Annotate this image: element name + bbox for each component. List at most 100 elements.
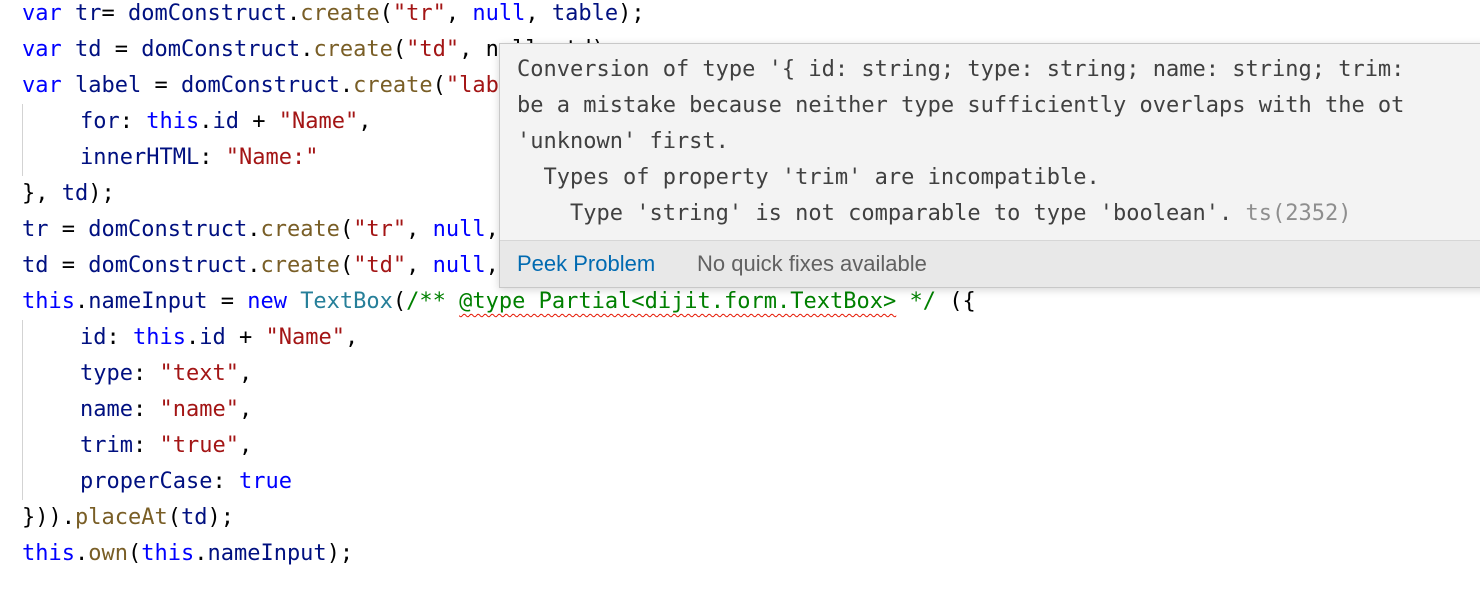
- hover-message-line: 'unknown' first.: [517, 129, 729, 154]
- hover-message-line: be a mistake because neither type suffic…: [517, 93, 1405, 118]
- code-token: :: [132, 433, 160, 458]
- code-text: trim: "true",: [80, 428, 252, 464]
- hover-message-line: Type 'string' is not comparable to type …: [517, 196, 1352, 232]
- code-token: (: [379, 1, 393, 26]
- code-token: null: [472, 1, 526, 26]
- code-text: td = domConstruct.create("td", null, tr)…: [22, 248, 565, 284]
- code-token: (: [339, 253, 354, 278]
- code-token: "tr": [353, 217, 407, 242]
- code-token: new: [247, 289, 301, 314]
- code-token: .: [74, 541, 89, 566]
- code-token: domConstruct: [88, 253, 248, 278]
- code-token: ,: [358, 109, 372, 134]
- code-token: null: [432, 217, 486, 242]
- code-token: domConstruct: [88, 217, 248, 242]
- code-token: label: [74, 73, 142, 98]
- code-token: this: [22, 289, 75, 314]
- code-token: tr: [22, 217, 49, 242]
- code-token: placeAt: [74, 505, 168, 530]
- code-token: "true": [159, 433, 239, 458]
- code-token: .: [74, 289, 89, 314]
- code-token: "name": [159, 397, 239, 422]
- code-token: .: [247, 217, 261, 242]
- indent-guide: [22, 320, 23, 500]
- code-text: })).placeAt(td);: [22, 500, 234, 536]
- code-token: ,: [238, 433, 253, 458]
- code-token: .: [286, 1, 301, 26]
- hover-message-text: Type 'string' is not comparable to type …: [517, 201, 1233, 226]
- code-token: var: [22, 73, 75, 98]
- code-token: =: [207, 289, 248, 314]
- code-token: "td": [406, 37, 460, 62]
- code-token: .: [194, 541, 208, 566]
- code-token: (: [392, 289, 407, 314]
- code-token: nameInput: [207, 541, 327, 566]
- code-token: =: [48, 217, 89, 242]
- error-hover-popup: Conversion of type '{ id: string; type: …: [499, 43, 1480, 288]
- code-token: =: [101, 37, 142, 62]
- code-token: "Name": [265, 325, 345, 350]
- hover-status-bar: Peek Problem No quick fixes available: [500, 240, 1480, 287]
- code-token: domConstruct: [141, 37, 301, 62]
- hover-message-line: Types of property 'trim' are incompatibl…: [517, 165, 1100, 190]
- code-token: .: [185, 325, 200, 350]
- code-token: ,: [525, 1, 552, 26]
- code-token: =: [141, 73, 181, 98]
- error-code: ts(2352): [1245, 201, 1352, 226]
- code-text: innerHTML: "Name:": [80, 140, 318, 176]
- code-token: create: [353, 73, 433, 98]
- code-editor[interactable]: var tr= domConstruct.create("tr", null, …: [0, 0, 1480, 604]
- code-token: create: [313, 37, 393, 62]
- code-token: =: [101, 1, 128, 26]
- code-token: create: [260, 217, 340, 242]
- code-text: type: "text",: [80, 356, 252, 392]
- code-token: ({: [935, 289, 976, 314]
- code-token: true: [238, 469, 292, 494]
- code-token: );: [207, 505, 234, 530]
- indent-guide: [22, 104, 23, 176]
- code-token: .: [247, 253, 261, 278]
- code-token: :: [106, 325, 133, 350]
- code-token: (: [392, 37, 407, 62]
- code-token: })).: [22, 505, 75, 530]
- code-token: /**: [406, 289, 460, 314]
- code-token: var: [22, 1, 75, 26]
- code-text: }, td);: [22, 176, 115, 212]
- code-token: td: [74, 37, 102, 62]
- code-token: for: [80, 109, 120, 134]
- code-token: this: [133, 325, 186, 350]
- code-text: id: this.id + "Name",: [80, 320, 358, 356]
- code-text: this.nameInput = new TextBox(/** @type P…: [22, 284, 976, 320]
- code-token: (: [127, 541, 142, 566]
- code-token: this: [141, 541, 195, 566]
- error-squiggle-token: @type Partial<dijit.form.TextBox>: [459, 289, 897, 314]
- code-text: var label = domConstruct.create("label",…: [22, 68, 578, 104]
- code-token: create: [260, 253, 340, 278]
- code-token: properCase: [80, 469, 213, 494]
- code-token: domConstruct: [180, 73, 340, 98]
- code-token: this: [146, 109, 200, 134]
- code-token: name: [80, 397, 133, 422]
- code-token: .: [300, 37, 314, 62]
- code-token: ,: [445, 1, 473, 26]
- code-token: ,: [406, 217, 433, 242]
- code-token: create: [300, 1, 380, 26]
- code-token: td: [22, 253, 49, 278]
- peek-problem-link[interactable]: Peek Problem: [517, 241, 655, 287]
- code-text: for: this.id + "Name",: [80, 104, 371, 140]
- code-token: null: [432, 253, 486, 278]
- code-token: own: [88, 541, 128, 566]
- code-token: ,: [238, 397, 253, 422]
- code-token: id: [199, 325, 226, 350]
- code-token: },: [22, 181, 62, 206]
- code-token: td: [61, 181, 89, 206]
- code-token: type: [80, 361, 133, 386]
- code-token: (: [339, 217, 354, 242]
- code-token: "text": [159, 361, 239, 386]
- code-token: table: [551, 1, 619, 26]
- code-token: );: [618, 1, 645, 26]
- no-quick-fixes-label: No quick fixes available: [697, 251, 927, 276]
- code-token: "td": [353, 253, 407, 278]
- code-token: var: [22, 37, 75, 62]
- code-token: .: [339, 73, 354, 98]
